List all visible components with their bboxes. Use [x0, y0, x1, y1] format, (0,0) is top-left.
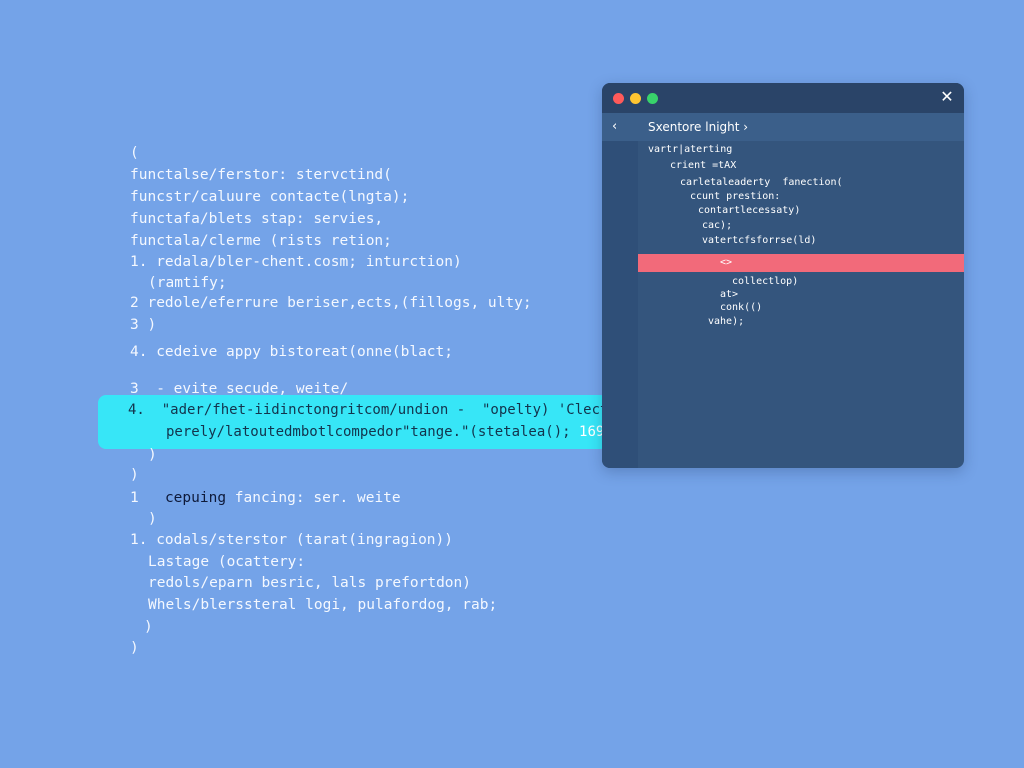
editor-code-line: conk(()	[720, 302, 763, 313]
code-line: redols/eparn besric, lals prefortdon)	[148, 575, 472, 591]
code-line: functala/clerme (rists retion;	[130, 233, 392, 249]
editor-code-line: carletaleaderty fanection(	[680, 177, 843, 188]
code-line: functafa/blets stap: servies,	[130, 211, 384, 227]
title-bar: ✕	[602, 83, 964, 113]
editor-highlighted-line	[638, 254, 964, 272]
editor-code-line: at>	[720, 289, 739, 300]
code-number: 1	[130, 490, 139, 506]
code-line: )	[148, 447, 157, 463]
editor-gutter	[602, 141, 638, 468]
editor-code-line: <>	[720, 257, 733, 268]
close-window-dot-icon[interactable]	[613, 93, 624, 104]
highlighted-code-line: perely/latoutedmbotlcompedor"tange."(ste…	[166, 422, 621, 442]
code-line: )	[148, 511, 157, 527]
editor-tab-title[interactable]: Sxentore lnight ›	[648, 117, 748, 137]
editor-code-line: crient =tAX	[670, 160, 737, 171]
editor-code-line: cac);	[702, 220, 733, 231]
code-text: fancing: ser. weite	[234, 490, 401, 506]
code-line: functalse/ferstor: stervctind(	[130, 167, 392, 183]
editor-window: ✕ ‹ Sxentore lnight › vartr|aterting cri…	[602, 83, 964, 468]
code-line: 3 )	[130, 317, 157, 333]
code-keyword: cepuing	[164, 490, 227, 506]
code-line: )	[130, 467, 139, 483]
back-arrow-icon[interactable]: ‹	[612, 117, 617, 137]
code-line: 1 cepuing fancing: ser. weite	[130, 488, 401, 508]
highlighted-code-text: perely/latoutedmbotlcompedor"tange."(ste…	[166, 424, 580, 440]
code-line: (ramtify;	[148, 275, 227, 291]
highlighted-code-line: 4. "ader/fhet-iidinctongritcom/undion - …	[128, 402, 660, 418]
code-line: 1. redala/bler-chent.cosm; inturction)	[130, 254, 462, 270]
code-line: )	[130, 640, 139, 656]
editor-code-line: vatertcfsforrse(ld)	[702, 235, 817, 246]
code-line: funcstr/caluure contacte(lngta);	[130, 189, 410, 205]
editor-code-line: vartr|aterting	[648, 144, 733, 155]
code-line: )	[144, 619, 153, 635]
code-line: 4. cedeive appy bistoreat(onne(blact;	[130, 344, 454, 360]
editor-tab-bar: ‹ Sxentore lnight ›	[602, 113, 964, 141]
code-line: Lastage (ocattery:	[148, 554, 306, 570]
code-line: 2 redole/eferrure beriser,ects,(fillogs,…	[130, 295, 532, 311]
maximize-window-dot-icon[interactable]	[647, 93, 658, 104]
highlighted-code-block: 4. "ader/fhet-iidinctongritcom/undion - …	[98, 395, 659, 449]
close-icon[interactable]: ✕	[938, 88, 956, 106]
code-line: 1. codals/sterstor (tarat(ingragion))	[130, 532, 454, 548]
minimize-window-dot-icon[interactable]	[630, 93, 641, 104]
editor-code-line: contartlecessaty)	[698, 205, 801, 216]
code-line: (	[130, 145, 139, 161]
editor-code-line: ccunt prestion:	[690, 191, 781, 202]
editor-code-line: vahe);	[708, 316, 745, 327]
editor-code-line: collectlop)	[732, 276, 799, 287]
code-line: Whels/blerssteral logi, pulafordog, rab;	[148, 597, 498, 613]
